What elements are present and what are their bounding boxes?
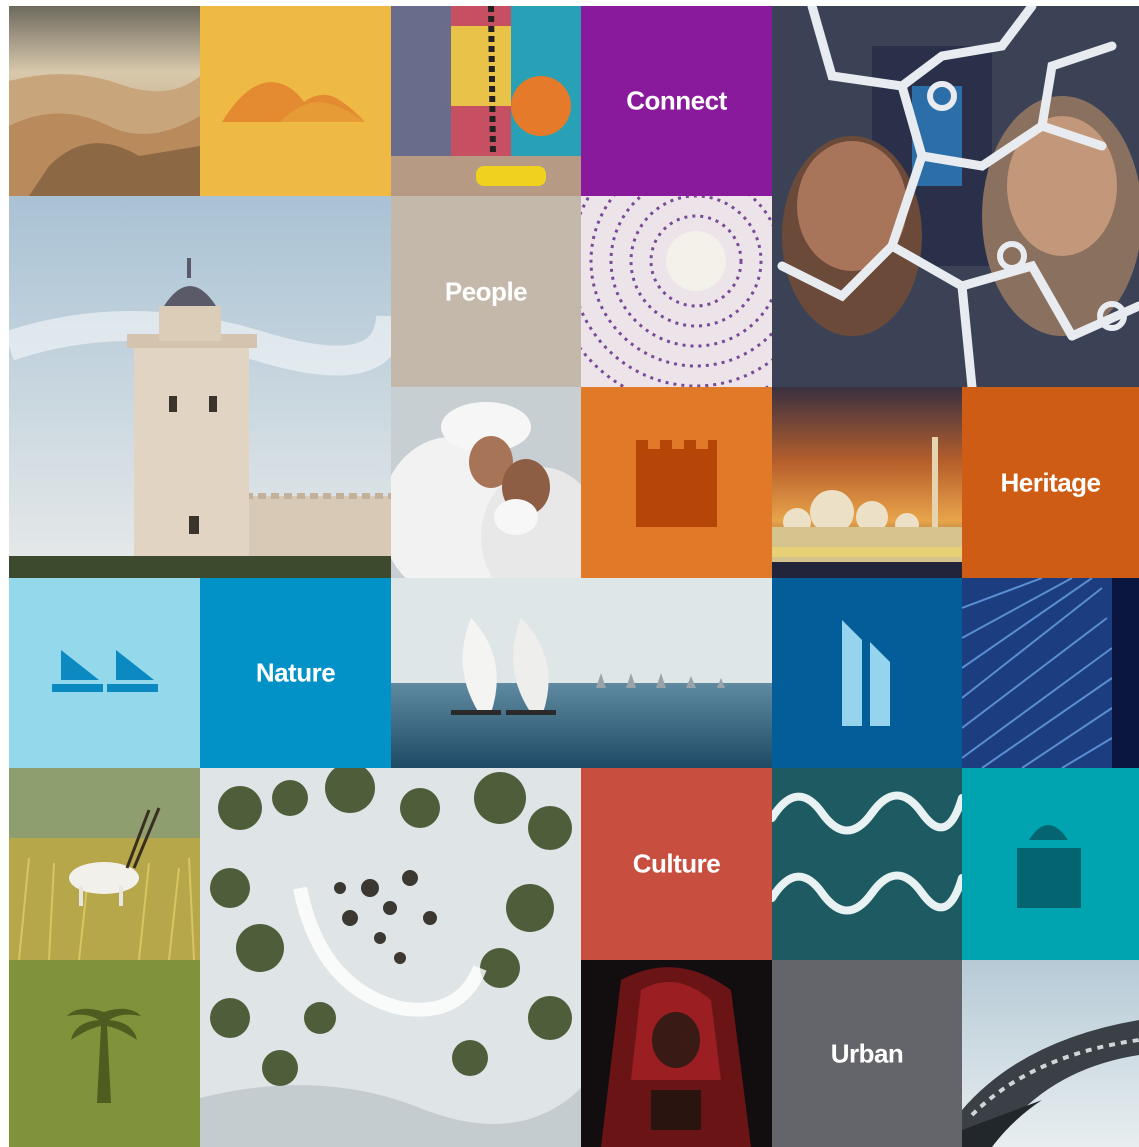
palm-tree-icon-tile: [9, 960, 200, 1147]
glass-tower-photo[interactable]: [962, 578, 1139, 768]
grand-mosque-sunset-photo[interactable]: [772, 387, 962, 578]
heritage-label: Heritage: [1000, 467, 1101, 497]
palm-tree-icon: [67, 1008, 141, 1103]
aerial-waves-photo[interactable]: [772, 768, 962, 960]
skyscrapers-icon: [842, 620, 890, 726]
skyscrapers-icon-tile: [772, 578, 962, 768]
urban-tile[interactable]: Urban: [772, 960, 962, 1147]
fort-tower-icon-tile: [581, 387, 772, 578]
stone-watchtower-photo[interactable]: [9, 196, 391, 578]
elders-greeting-photo[interactable]: [391, 387, 581, 578]
nature-label: Nature: [255, 657, 336, 688]
sailboats-icon: [52, 650, 158, 692]
sailing-dhows-photo[interactable]: [391, 578, 772, 768]
woven-pattern-photo[interactable]: [581, 196, 772, 387]
sand-dunes-icon-tile: [200, 6, 391, 196]
aerial-mangroves-photo[interactable]: [200, 768, 581, 1147]
people-tile[interactable]: People: [391, 196, 581, 387]
urban-label: Urban: [830, 1038, 904, 1068]
red-veiled-figure-photo[interactable]: [581, 960, 772, 1147]
sailboats-icon-tile: [9, 578, 200, 768]
playground-swing-photo[interactable]: [391, 6, 581, 196]
heritage-tile[interactable]: Heritage: [962, 387, 1139, 578]
desert-dunes-photo[interactable]: [9, 6, 200, 196]
connect-tile[interactable]: Connect: [581, 6, 772, 196]
culture-tile[interactable]: Culture: [581, 768, 772, 960]
dome-building-icon: [1017, 825, 1081, 908]
oryx-grassland-photo[interactable]: [9, 768, 200, 960]
fort-tower-icon: [636, 440, 717, 527]
culture-label: Culture: [632, 848, 721, 879]
dome-building-icon-tile: [962, 768, 1139, 960]
connect-label: Connect: [626, 85, 727, 116]
people-label: People: [444, 276, 528, 306]
sand-dunes-icon: [222, 82, 365, 122]
nature-tile[interactable]: Nature: [200, 578, 391, 768]
futuristic-building-photo[interactable]: [962, 960, 1139, 1147]
people-digital-map-photo[interactable]: [772, 6, 1139, 387]
